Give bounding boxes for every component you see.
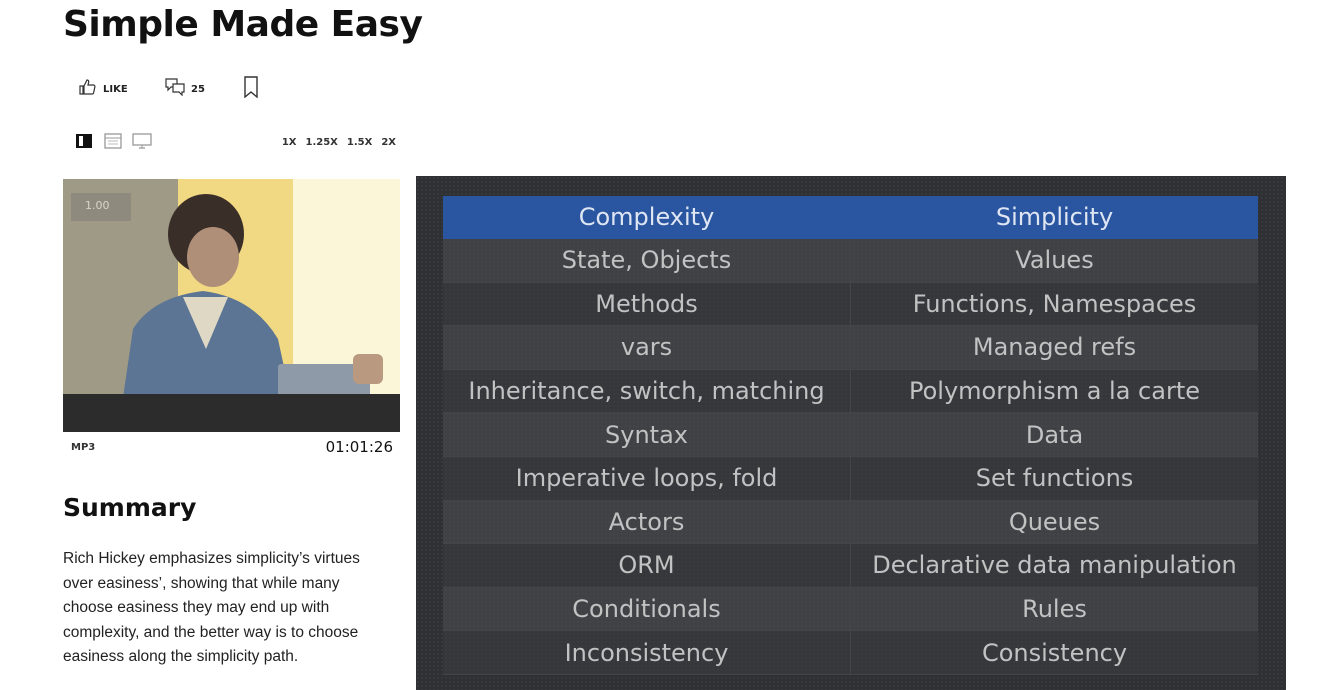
bookmark-icon xyxy=(243,75,259,103)
table-cell: Imperative loops, fold xyxy=(443,456,851,501)
action-bar: LIKE 25 xyxy=(79,75,259,103)
speed-2x[interactable]: 2X xyxy=(381,137,396,148)
table-cell: vars xyxy=(443,325,851,370)
table-cell: Declarative data manipulation xyxy=(850,543,1258,588)
table-cell: Syntax xyxy=(443,412,851,457)
like-label: LIKE xyxy=(103,83,128,95)
table-cell: Values xyxy=(850,238,1258,283)
table-cell: Data xyxy=(850,412,1258,457)
comments-count: 25 xyxy=(191,83,205,95)
table-cell: Inheritance, switch, matching xyxy=(443,369,851,414)
lectern xyxy=(63,394,400,432)
page-title: Simple Made Easy xyxy=(63,4,423,45)
table-row: Methods Functions, Namespaces xyxy=(443,282,1258,327)
media-info-bar: MP3 01:01:26 xyxy=(63,437,393,459)
speed-1x[interactable]: 1X xyxy=(282,137,297,148)
speed-1-25x[interactable]: 1.25X xyxy=(306,137,338,148)
speed-1-5x[interactable]: 1.5X xyxy=(347,137,372,148)
view-mode-selector xyxy=(75,132,162,154)
like-button[interactable]: LIKE xyxy=(79,78,165,100)
mp3-download-link[interactable]: MP3 xyxy=(71,442,95,453)
summary-heading: Summary xyxy=(63,493,197,522)
table-header-row: Complexity Simplicity xyxy=(443,196,1258,239)
table-header-cell: Complexity xyxy=(443,196,851,239)
table-row: vars Managed refs xyxy=(443,325,1258,370)
table-cell: Managed refs xyxy=(850,325,1258,370)
summary-text: Rich Hickey emphasizes simplicity’s virt… xyxy=(63,550,360,665)
monitor-icon xyxy=(132,132,152,154)
table-row: State, Objects Values xyxy=(443,238,1258,283)
table-row: Conditionals Rules xyxy=(443,587,1258,632)
comments-button[interactable]: 25 xyxy=(165,77,243,101)
split-view-icon xyxy=(75,133,93,154)
table-row: ORM Declarative data manipulation xyxy=(443,543,1258,588)
video-duration: 01:01:26 xyxy=(325,438,393,456)
table-cell: Conditionals xyxy=(443,587,851,632)
video-player[interactable]: 1.00 xyxy=(63,179,400,432)
bookmark-button[interactable] xyxy=(243,75,259,103)
table-cell: State, Objects xyxy=(443,238,851,283)
table-cell: Functions, Namespaces xyxy=(850,282,1258,327)
table-cell: Methods xyxy=(443,282,851,327)
table-row: Inconsistency Consistency xyxy=(443,630,1258,675)
slides-view-icon xyxy=(104,132,122,154)
presentation-slide: Complexity Simplicity State, Objects Valu… xyxy=(416,176,1286,690)
video-view-button[interactable] xyxy=(132,132,152,154)
table-cell: Queues xyxy=(850,500,1258,545)
comparison-table: Complexity Simplicity State, Objects Valu… xyxy=(443,196,1258,675)
table-cell: Polymorphism a la carte xyxy=(850,369,1258,414)
table-row: Actors Queues xyxy=(443,500,1258,545)
table-header-cell: Simplicity xyxy=(850,196,1258,239)
table-cell: Consistency xyxy=(850,630,1258,675)
table-cell: Inconsistency xyxy=(443,630,851,675)
playback-speed-selector: 1X 1.25X 1.5X 2X xyxy=(273,137,396,148)
split-view-button[interactable] xyxy=(75,133,93,154)
slides-view-button[interactable] xyxy=(104,132,122,154)
table-row: Syntax Data xyxy=(443,412,1258,457)
comments-icon xyxy=(165,77,185,101)
table-cell: Rules xyxy=(850,587,1258,632)
table-row: Inheritance, switch, matching Polymorphis… xyxy=(443,369,1258,414)
table-cell: Set functions xyxy=(850,456,1258,501)
table-cell: ORM xyxy=(443,543,851,588)
table-cell: Actors xyxy=(443,500,851,545)
thumbs-up-icon xyxy=(79,78,97,100)
table-row: Imperative loops, fold Set functions xyxy=(443,456,1258,501)
